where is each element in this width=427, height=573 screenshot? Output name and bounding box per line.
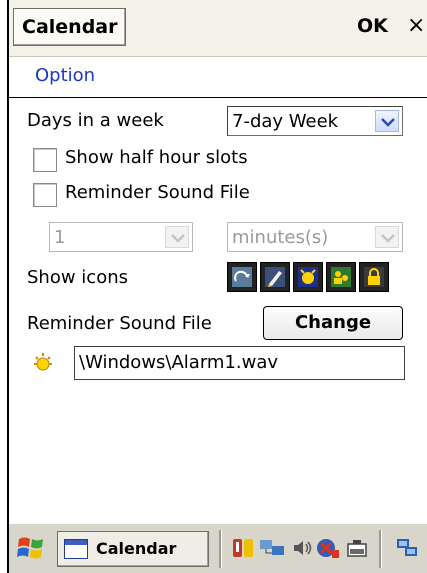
sound-file-path-field[interactable]: \Windows\Alarm1.wav — [74, 346, 405, 380]
sync-icon[interactable] — [231, 536, 257, 564]
show-half-hour-label: Show half hour slots — [65, 147, 248, 168]
note-icon[interactable] — [260, 262, 290, 292]
reminder-amount-select[interactable]: 1 — [49, 222, 193, 252]
battery-icon[interactable] — [345, 536, 371, 564]
show-icons-label: Show icons — [27, 267, 128, 288]
network-icon[interactable] — [259, 536, 287, 564]
taskbar-separator — [379, 530, 382, 568]
days-in-week-value: 7-day Week — [232, 111, 339, 132]
reminder-unit-value: minutes(s) — [232, 227, 329, 248]
chevron-down-icon[interactable] — [165, 226, 189, 248]
title-bar: Calendar OK × — [9, 0, 427, 57]
calendar-options-window: Calendar OK × Option Days in a week 7-da… — [7, 0, 427, 573]
sound-file-label: Reminder Sound File — [27, 313, 212, 334]
attendees-icon[interactable] — [326, 262, 356, 292]
calendar-icon — [64, 539, 88, 559]
menu-option[interactable]: Option — [35, 65, 95, 86]
reminder-checkbox[interactable] — [33, 183, 57, 207]
menu-bar: Option — [9, 57, 427, 98]
desktop-switch-icon[interactable] — [395, 536, 421, 564]
chevron-down-icon[interactable] — [375, 110, 399, 132]
taskbar-calendar-button[interactable]: Calendar — [57, 531, 209, 567]
reminder-amount-value: 1 — [54, 227, 66, 248]
private-icon[interactable] — [359, 262, 389, 292]
alarm-sound-icon — [31, 351, 55, 379]
chevron-down-icon[interactable] — [375, 226, 399, 248]
days-in-week-select[interactable]: 7-day Week — [227, 106, 403, 136]
reminder-checkbox-label: Reminder Sound File — [65, 182, 250, 203]
recurrence-icon[interactable] — [227, 262, 257, 292]
ok-button[interactable]: OK — [357, 10, 388, 42]
show-half-hour-checkbox[interactable] — [33, 148, 57, 172]
volume-icon[interactable] — [291, 536, 315, 564]
app-title-button[interactable]: Calendar — [13, 8, 127, 46]
taskbar-separator — [219, 530, 222, 568]
taskbar: Calendar — [9, 522, 427, 573]
close-button[interactable]: × — [407, 10, 425, 42]
change-button[interactable]: Change — [263, 306, 403, 340]
days-in-week-label: Days in a week — [27, 110, 164, 131]
start-windows-icon[interactable] — [17, 535, 45, 565]
reminder-unit-select[interactable]: minutes(s) — [227, 222, 403, 252]
connectivity-icon[interactable] — [315, 536, 341, 564]
reminder-icon[interactable] — [293, 262, 323, 292]
taskbar-calendar-label: Calendar — [96, 539, 177, 558]
